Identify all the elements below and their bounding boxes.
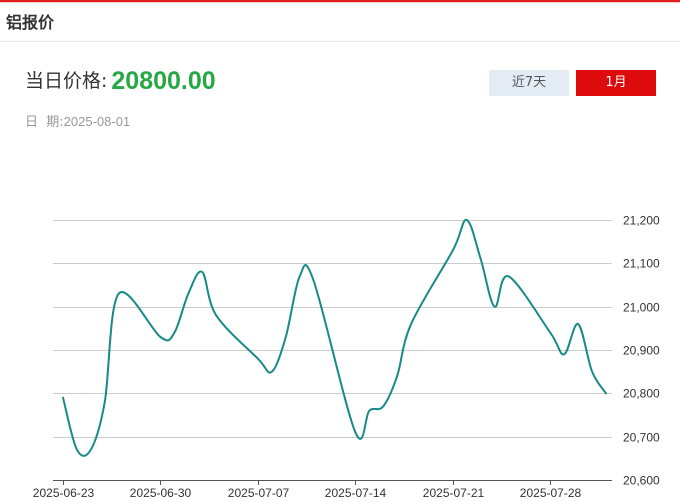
x-tick-label: 2025-07-14 <box>325 486 387 500</box>
x-tick-label: 2025-07-07 <box>228 486 290 500</box>
x-tick-label: 2025-07-21 <box>423 486 485 500</box>
y-tick-label: 21,100 <box>623 257 660 271</box>
y-tick-label: 20,600 <box>623 474 660 488</box>
y-tick-label: 21,200 <box>623 214 660 228</box>
y-tick-label: 21,000 <box>623 301 660 315</box>
price-line-chart: 20,600 20,700 20,800 20,900 21,000 21,100 21,2… <box>33 214 660 501</box>
y-tick-label: 20,900 <box>623 344 660 358</box>
chart-series <box>62 219 607 457</box>
y-tick-label: 20,700 <box>623 431 660 445</box>
x-tick-label: 2025-06-30 <box>130 486 192 500</box>
x-tick-label: 2025-07-28 <box>520 486 582 500</box>
y-tick-label: 20,800 <box>623 387 660 401</box>
chart-axes: 20,600 20,700 20,800 20,900 21,000 21,100 21,2… <box>33 214 660 501</box>
price-series-line <box>62 219 607 457</box>
x-tick-label: 2025-06-23 <box>33 486 95 500</box>
